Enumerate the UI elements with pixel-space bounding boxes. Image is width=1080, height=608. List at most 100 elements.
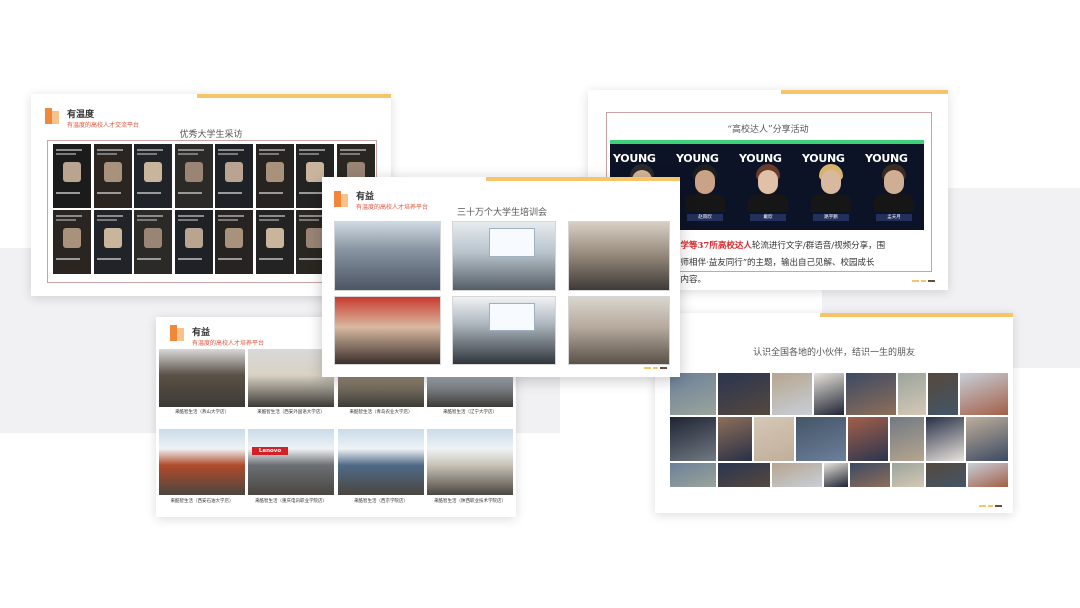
thumbnail-caption-bar — [258, 219, 279, 221]
thumbnail-footer — [258, 258, 283, 260]
store-sign-lenovo: Lenovo — [252, 447, 288, 455]
friend-photo — [670, 417, 716, 461]
friend-photo — [848, 417, 888, 461]
thumbnail-portrait — [103, 162, 122, 182]
thumbnail-portrait — [103, 228, 122, 248]
thumbnail-footer — [177, 192, 202, 194]
thumbnail-caption-bar — [258, 215, 285, 217]
thumbnail-caption-bar — [137, 215, 163, 217]
store-caption: 来酷智生活（西安外国语大学店） — [257, 410, 325, 415]
thumbnail-caption-bar — [177, 215, 204, 217]
friend-photo — [846, 373, 896, 415]
thumbnail-caption-bar — [137, 149, 163, 151]
training-photo — [568, 296, 670, 365]
friend-photo — [926, 417, 964, 461]
thumbnail-caption-bar — [218, 215, 244, 217]
interview-thumbnail — [53, 210, 91, 274]
thumbnail-caption-bar — [339, 149, 366, 151]
store-caption: 来酷智生活（辽宁大学店） — [443, 410, 497, 415]
green-top-strip — [610, 140, 924, 144]
accent-bar — [197, 94, 391, 98]
training-slide: 有益 有温度的高校人才培养平台 三十万个大学生培训会 — [322, 177, 680, 377]
thumbnail-portrait — [225, 228, 243, 248]
thumbnail-portrait — [63, 162, 81, 182]
store-caption: 来酷智生活（西京学院店） — [354, 499, 408, 504]
page-indicator — [977, 505, 1002, 507]
young-label: YOUNG — [739, 152, 782, 165]
store-photo — [427, 429, 513, 495]
store-caption: 来酷智生活（西安石油大学店） — [170, 499, 234, 504]
section-title: “高校达人”分享活动 — [727, 125, 809, 135]
brand-logo-icon — [45, 108, 59, 124]
friend-photo — [670, 373, 716, 415]
thumbnail-footer — [56, 258, 80, 260]
interview-thumbnail — [93, 144, 132, 208]
thumbnail-caption-bar — [218, 219, 238, 221]
thumbnail-caption-bar — [177, 149, 204, 151]
interview-thumbnail — [255, 210, 294, 274]
thumbnail-footer — [299, 192, 323, 194]
interview-thumbnail — [174, 210, 213, 274]
thumbnail-footer — [96, 192, 121, 194]
store-caption: 来酷智生活（陕西职业技术学院店） — [434, 499, 506, 504]
projector-screen — [489, 303, 536, 332]
page-indicator — [642, 367, 667, 369]
thumbnail-caption-bar — [339, 153, 360, 155]
interview-thumbnail — [255, 144, 294, 208]
young-label: YOUNG — [676, 152, 719, 165]
friend-photo — [814, 373, 844, 415]
training-photo — [334, 221, 441, 291]
page-indicator — [910, 280, 935, 282]
speaker-face — [695, 170, 715, 194]
thumbnail-footer — [56, 192, 80, 194]
friend-photo — [926, 463, 966, 487]
accent-bar — [781, 90, 948, 94]
friend-photo — [718, 373, 770, 415]
friend-photo — [754, 417, 794, 461]
thumbnail-caption-bar — [177, 219, 198, 221]
speaker-face — [821, 170, 841, 194]
friends-slide: 认识全国各地的小伙伴，结识一生的朋友 — [655, 313, 1013, 513]
thumbnail-caption-bar — [299, 153, 319, 155]
friend-photo — [718, 417, 752, 461]
friend-photo — [670, 463, 716, 487]
thumbnail-footer — [218, 192, 242, 194]
thumbnail-portrait — [144, 228, 162, 248]
interview-thumbnail — [215, 210, 253, 274]
thumbnail-footer — [218, 258, 242, 260]
slide-title: 有益 — [192, 328, 211, 338]
friend-photo — [890, 417, 924, 461]
thumbnail-caption-bar — [218, 153, 238, 155]
young-label: YOUNG — [802, 152, 845, 165]
thumbnail-footer — [299, 258, 323, 260]
thumbnail-caption-bar — [299, 219, 319, 221]
friend-photo — [850, 463, 890, 487]
store-photo — [338, 429, 424, 495]
thumbnail-caption-bar — [56, 153, 76, 155]
speaker-shirt — [748, 194, 788, 212]
thumbnail-caption-bar — [299, 149, 325, 151]
speaker-face — [758, 170, 778, 194]
accent-bar — [486, 177, 680, 181]
thumbnail-caption-bar — [258, 153, 279, 155]
brand-logo-icon — [170, 325, 184, 341]
slide-subtitle: 有温度的高校人才培养平台 — [192, 340, 265, 347]
thumbnail-portrait — [265, 228, 284, 248]
slide-title: 有益 — [356, 192, 375, 202]
thumbnail-caption-bar — [137, 153, 157, 155]
sharing-description: 大学等37所高校达人轮流进行文字/群语音/视频分享，围 良师相伴·益友同行”的主… — [672, 241, 886, 285]
thumbnail-caption-bar — [56, 149, 82, 151]
thumbnail-caption-bar — [96, 219, 117, 221]
thumbnail-portrait — [265, 162, 284, 182]
friend-photo — [824, 463, 848, 487]
speaker-name-tag: 孟天月 — [876, 214, 912, 221]
store-caption: 来酷智生活（重庆电讯职业学院店） — [255, 499, 327, 504]
thumbnail-portrait — [184, 162, 203, 182]
thumbnail-footer — [177, 258, 202, 260]
store-photo — [159, 429, 245, 495]
thumbnail-caption-bar — [96, 215, 123, 217]
friend-photo — [898, 373, 926, 415]
thumbnail-caption-bar — [137, 219, 157, 221]
friend-photo — [796, 417, 846, 461]
thumbnail-caption-bar — [96, 153, 117, 155]
